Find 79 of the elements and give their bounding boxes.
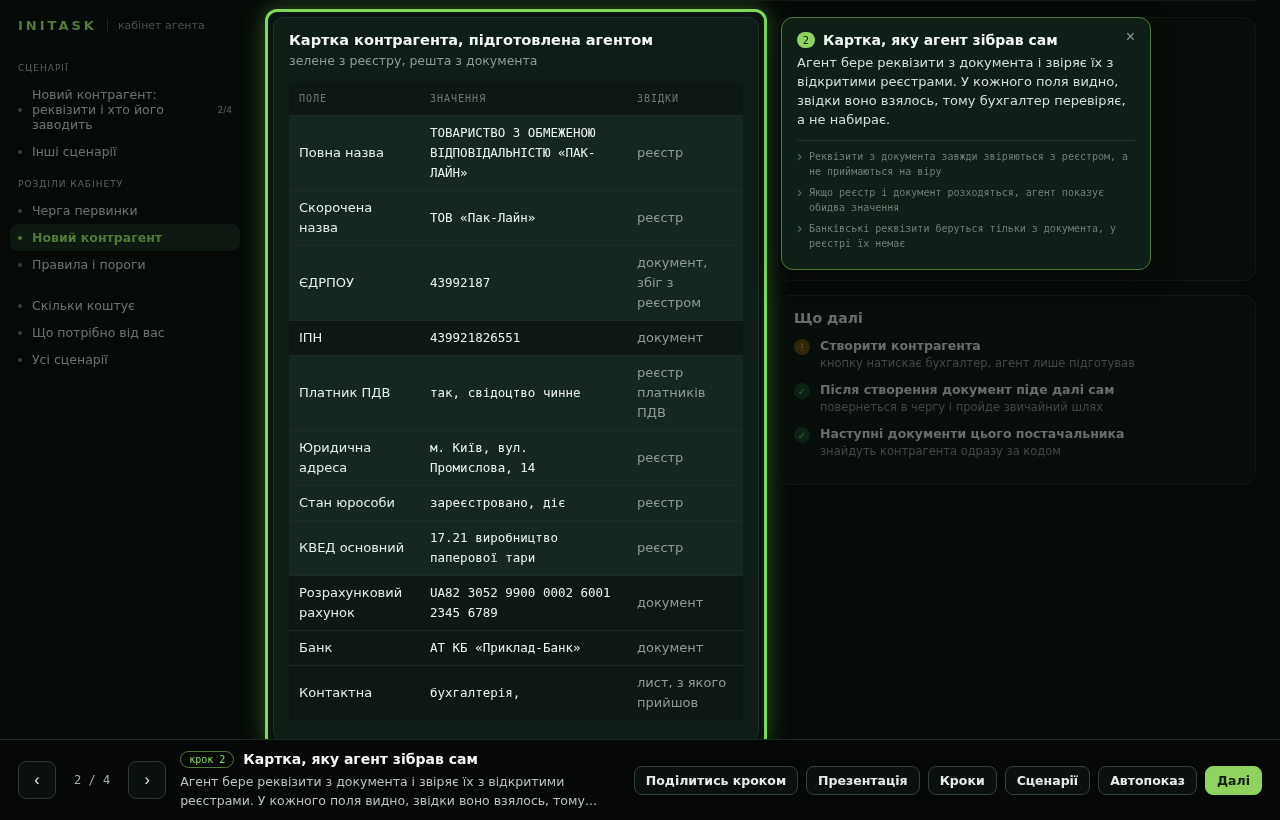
step-description: Агент бере реквізити з документа і звіряє їх з відкритими реєстрами. У кожного поля видно, звідки воно взялось, тому…: [180, 772, 599, 810]
table-cell: 43992187: [420, 245, 627, 321]
sidebar-item[interactable]: Правила і пороги: [10, 251, 240, 278]
column-header: ЗНАЧЕННЯ: [420, 82, 627, 116]
table-cell: документ: [627, 575, 743, 631]
table-cell: Платник ПДВ: [289, 355, 420, 431]
sidebar-item[interactable]: Інші сценарії: [10, 138, 240, 165]
tour-button[interactable]: Поділитись кроком: [633, 765, 799, 795]
chevron-icon: [797, 153, 803, 161]
card-subtitle: зелене з реєстру, решта з документа: [289, 53, 539, 68]
section-heading: СЦЕНАРІЇ: [17, 63, 70, 73]
tooltip-note: Реквізити з документа завжди звіряються з реєстром, а не приймаються на віру: [809, 150, 1130, 179]
table-cell: ТОВАРИСТВО З ОБМЕЖЕНОЮ ВІДПОВІДАЛЬНІСТЮ «ПАК-ЛАЙН»: [420, 115, 627, 191]
logo: INITASK: [18, 18, 108, 33]
tooltip-note: Банківські реквізити беруться тільки з документа, у реєстрі їх немає: [809, 222, 1118, 251]
column-header: ЗВІДКИ: [627, 82, 743, 116]
table-cell: реєстр: [627, 115, 743, 191]
tour-button[interactable]: Далі: [1205, 765, 1262, 795]
table-cell: документ, збіг з реєстром: [627, 245, 743, 321]
tour-button[interactable]: Кроки: [927, 765, 997, 795]
table-cell: зареєстровано, діє: [420, 485, 627, 521]
table-cell: так, свідоцтво чинне: [420, 355, 627, 431]
table-cell: Контактна: [289, 665, 420, 720]
tour-button[interactable]: Автопоказ: [1098, 765, 1197, 795]
table-cell: Скорочена назва: [289, 190, 420, 246]
sidebar-item[interactable]: Новий контрагент: [10, 224, 240, 251]
step-counter: 2 / 4: [74, 773, 111, 787]
tour-button[interactable]: Презентація: [806, 765, 920, 795]
tooltip-title: Картка, яку агент зібрав сам: [823, 32, 1059, 48]
tour-button[interactable]: Сценарії: [1004, 765, 1091, 795]
sidebar-item[interactable]: Черга первинки: [10, 197, 240, 224]
warning-icon: !: [794, 339, 810, 355]
table-cell: АТ КБ «Приклад-Банк»: [420, 630, 627, 666]
step-title: Наступні документи цього постачальника: [820, 426, 1125, 441]
table-cell: ІПН: [289, 320, 420, 356]
table-cell: Банк: [289, 630, 420, 666]
table-cell: ТОВ «Пак-Лайн»: [420, 190, 627, 246]
chevron-icon: [797, 225, 803, 233]
chevron-icon: [797, 189, 803, 197]
sidebar-item[interactable]: Скільки коштує: [10, 292, 240, 319]
table-cell: м. Київ, вул. Промислова, 14: [420, 430, 627, 486]
tooltip-note: Якщо реєстр і документ розходяться, агент показує обидва значення: [809, 186, 1105, 215]
panel-title: Що далі: [794, 310, 864, 326]
step-title: Створити контрагента: [820, 338, 982, 353]
table-cell: документ: [627, 320, 743, 356]
table-cell: реєстр платників ПДВ: [627, 355, 743, 431]
table-cell: UA82 3052 9900 0002 6001 2345 6789: [420, 575, 627, 631]
section-heading: РОЗДІЛИ КАБІНЕТУ: [17, 179, 125, 189]
table-cell: документ: [627, 630, 743, 666]
step-title: Картка, яку агент зібрав сам: [243, 751, 478, 767]
table-cell: реєстр: [627, 430, 743, 486]
table-cell: Стан юрособи: [289, 485, 420, 521]
check-icon: ✓: [794, 427, 810, 443]
column-header: ПОЛЕ: [289, 82, 420, 116]
step-description: знайдуть контрагента одразу за кодом: [820, 444, 1062, 458]
step-title: Після створення документ піде далі сам: [820, 382, 1115, 397]
check-icon: ✓: [794, 383, 810, 399]
next-arrow-button[interactable]: ›: [128, 761, 167, 799]
table-cell: реєстр: [627, 520, 743, 576]
table-cell: реєстр: [627, 190, 743, 246]
sidebar-item[interactable]: Усі сценарії: [10, 346, 240, 373]
table-cell: Повна назва: [289, 115, 420, 191]
table-cell: бухгалтерія,: [420, 665, 627, 720]
card-title: Картка контрагента, підготовлена агентом: [289, 32, 655, 48]
table-cell: Розрахунковий рахунок: [289, 575, 420, 631]
step-badge: 2: [797, 32, 815, 48]
sidebar-item[interactable]: Що потрібно від вас: [10, 319, 240, 346]
close-button[interactable]: ×: [1125, 28, 1135, 46]
table-cell: Юридична адреса: [289, 430, 420, 486]
previous-button[interactable]: ‹: [18, 761, 56, 799]
brand-subtitle: кабінет агента: [117, 19, 205, 32]
table-cell: реєстр: [627, 485, 743, 521]
table-cell: ЄДРПОУ: [289, 245, 420, 321]
table-cell: лист, з якого прийшов: [627, 665, 743, 720]
table-cell: КВЕД основний: [289, 520, 420, 576]
tooltip-text: Агент бере реквізити з документа і звіряє їх з відкритими реєстрами. У кожного поля видно, звідки воно взялось, тому бухгалтер перевіряє, а не набирає.: [797, 54, 1127, 129]
table-cell: 439921826551: [420, 320, 627, 356]
step-description: кнопку натискає бухгалтер, агент лише підготував: [820, 356, 1135, 370]
table-cell: 17.21 виробництво паперової тари: [420, 520, 627, 576]
